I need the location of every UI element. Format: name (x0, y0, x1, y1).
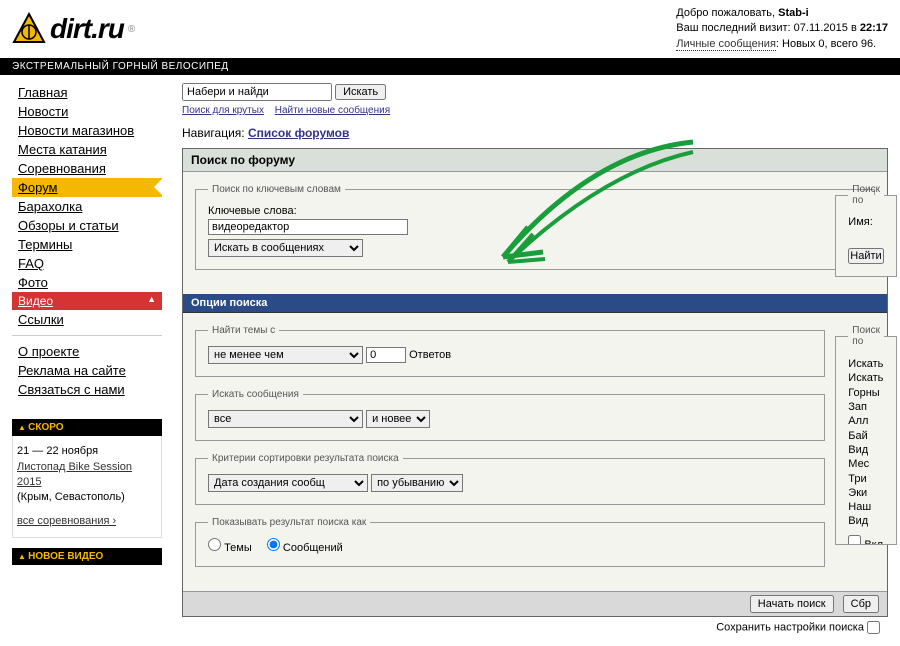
top-search: Искать (182, 83, 888, 101)
msgs-scope-select[interactable]: все (208, 410, 363, 428)
panel-footer: Начать поиск Сбр (183, 591, 887, 616)
welcome-block: Добро пожаловать, Stab-i Ваш последний в… (676, 6, 888, 52)
nav-item-12[interactable]: Ссылки (12, 310, 162, 329)
options-header: Опции поиска (183, 294, 887, 313)
find-num-input[interactable] (366, 347, 406, 363)
nav-menu: ГлавнаяНовостиНовости магазиновМеста кат… (12, 83, 162, 399)
nav-extra-1[interactable]: Реклама на сайте (12, 361, 162, 380)
reset-button[interactable]: Сбр (843, 595, 879, 613)
soon-box: СКОРО 21 — 22 ноября Листопад Bike Sessi… (12, 419, 162, 538)
logo-reg: ® (128, 24, 135, 35)
nav-item-3[interactable]: Места катания (12, 140, 162, 159)
breadcrumb: Навигация: Список форумов (182, 126, 888, 140)
find-op-select[interactable]: не менее чем (208, 346, 363, 364)
soon-date: 21 — 22 ноября (17, 444, 157, 459)
sidebar: ГлавнаяНовостиНовости магазиновМеста кат… (12, 83, 162, 638)
video-title: НОВОЕ ВИДЕО (12, 548, 162, 565)
nav-item-11[interactable]: Видео (12, 292, 162, 310)
new-posts-link[interactable]: Найти новые сообщения (275, 105, 390, 116)
nav-item-9[interactable]: FAQ (12, 254, 162, 273)
nav-item-6[interactable]: Барахолка (12, 197, 162, 216)
soon-title: СКОРО (12, 419, 162, 436)
main-content: Искать Поиск для крутых Найти новые сооб… (182, 83, 888, 638)
video-box: НОВОЕ ВИДЕО (12, 548, 162, 565)
include-checkbox[interactable] (848, 535, 861, 545)
keywords-input[interactable] (208, 219, 408, 235)
find-user-button[interactable]: Найти (848, 248, 883, 264)
search-button[interactable]: Искать (335, 84, 386, 100)
show-as-themes[interactable]: Темы (208, 542, 252, 554)
all-events-link[interactable]: все соревнования › (17, 514, 116, 529)
logo-icon (12, 12, 46, 46)
search-scope-select[interactable]: Искать в сообщениях (208, 239, 363, 257)
show-as-messages[interactable]: Сообщений (267, 542, 343, 554)
keywords-fieldset: Поиск по ключевым словам Ключевые слова:… (195, 184, 875, 270)
nav-item-4[interactable]: Соревнования (12, 159, 162, 178)
search-panel: Поиск по форуму Поиск по ключевым словам… (182, 148, 888, 617)
nav-extra-2[interactable]: Связаться с нами (12, 380, 162, 399)
sort-dir-select[interactable]: по убыванию (371, 474, 463, 492)
nav-item-8[interactable]: Термины (12, 235, 162, 254)
user-fieldset: Поиск по Имя: Найти (835, 184, 897, 277)
tagline: ЭКСТРЕМАЛЬНЫЙ ГОРНЫЙ ВЕЛОСИПЕД (0, 58, 900, 75)
find-themes-fieldset: Найти темы с не менее чем Ответов (195, 325, 825, 377)
save-pref-checkbox[interactable] (867, 621, 880, 634)
nav-item-10[interactable]: Фото (12, 273, 162, 292)
nav-extra-0[interactable]: О проекте (12, 342, 162, 361)
nav-item-5[interactable]: Форум (12, 178, 162, 197)
logo[interactable]: dirt.ru ® (12, 6, 135, 52)
breadcrumb-link[interactable]: Список форумов (248, 126, 349, 140)
nav-item-7[interactable]: Обзоры и статьи (12, 216, 162, 235)
search-messages-fieldset: Искать сообщения все и новее (195, 389, 825, 441)
search-input[interactable] (182, 83, 332, 101)
show-as-fieldset: Показывать результат поиска как Темы Соо… (195, 517, 825, 567)
sort-fieldset: Критерии сортировки результата поиска Да… (195, 453, 825, 505)
header: dirt.ru ® Добро пожаловать, Stab-i Ваш п… (0, 0, 900, 58)
msgs-order-select[interactable]: и новее (366, 410, 430, 428)
save-pref-row: Сохранить настройки поиска (182, 617, 888, 638)
soon-place: (Крым, Севастополь) (17, 490, 157, 505)
logo-text: dirt.ru (50, 13, 124, 45)
nav-item-1[interactable]: Новости (12, 102, 162, 121)
nav-item-2[interactable]: Новости магазинов (12, 121, 162, 140)
categories-fieldset: Поиск по ИскатьИскатьГорны ЗапАллБайВидМ… (835, 325, 897, 545)
soon-event[interactable]: Листопад Bike Session 2015 (17, 461, 132, 488)
sort-field-select[interactable]: Дата создания сообщ (208, 474, 368, 492)
category-list[interactable]: ИскатьИскатьГорны ЗапАллБайВидМесТриЭкиН… (848, 357, 884, 529)
nav-item-0[interactable]: Главная (12, 83, 162, 102)
username: Stab-i (778, 7, 809, 19)
pm-link[interactable]: Личные сообщения (676, 38, 776, 51)
panel-title: Поиск по форуму (183, 149, 887, 172)
advanced-search-link[interactable]: Поиск для крутых (182, 105, 264, 116)
start-search-button[interactable]: Начать поиск (750, 595, 834, 613)
